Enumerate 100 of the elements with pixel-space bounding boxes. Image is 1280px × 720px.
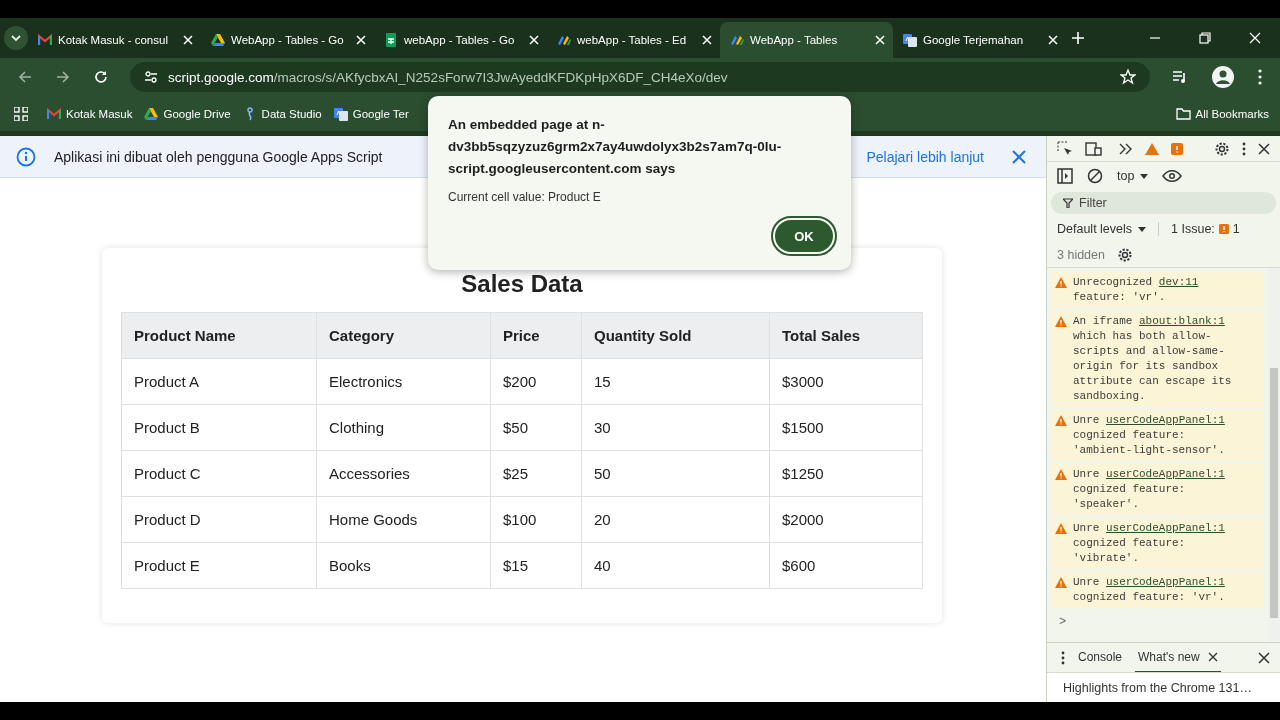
table-cell[interactable]: Electronics: [316, 358, 491, 405]
table-cell[interactable]: $1250: [769, 450, 923, 497]
message-text: Unre userCodeAppPanel:1 cognized feature: 'ambient-light-sensor'.: [1073, 413, 1226, 458]
table-cell[interactable]: 50: [581, 450, 770, 497]
bookmark[interactable]: Data Studio: [239, 102, 325, 125]
table-cell[interactable]: $600: [769, 542, 923, 589]
avatar-icon[interactable]: [1212, 66, 1234, 88]
source-link[interactable]: about:blank:1: [1139, 315, 1225, 327]
close-icon[interactable]: [1207, 651, 1218, 662]
menu-icon[interactable]: [1258, 69, 1262, 85]
device-icon[interactable]: [1085, 140, 1103, 157]
table-cell[interactable]: Product D: [121, 496, 317, 543]
triangle-icon: [144, 106, 159, 121]
column-header: Product Name: [121, 312, 317, 359]
table-cell[interactable]: $15: [490, 542, 582, 589]
table-cell[interactable]: Product A: [121, 358, 317, 405]
warning-icon: [1055, 277, 1067, 288]
drawer-tab[interactable]: Console: [1075, 642, 1126, 673]
tab-title: Kotak Masuk - consul: [58, 34, 169, 46]
whats-new-text: Highlights from the Chrome 131…: [1047, 672, 1280, 702]
tab-title: webApp - Tables - Ed: [577, 34, 688, 46]
bookmark[interactable]: Google Ter: [330, 102, 412, 125]
dialog-message: Current cell value: Product E: [448, 190, 602, 204]
media-icon[interactable]: [1172, 69, 1188, 85]
browser-tab[interactable]: Google Terjemahan: [893, 22, 1066, 58]
restore-icon[interactable]: [1199, 32, 1211, 44]
apps-grid-icon[interactable]: [14, 106, 28, 121]
more-icon[interactable]: [1061, 650, 1065, 665]
tab-title: webApp - Tables - Go: [404, 34, 516, 46]
browser-tab[interactable]: webApp - Tables - Go: [374, 22, 547, 58]
eye-icon[interactable]: [1162, 170, 1183, 182]
source-link[interactable]: dev:11: [1158, 276, 1199, 288]
more-icon[interactable]: [1242, 141, 1246, 156]
learn-more-link[interactable]: Pelajari lebih lanjut: [866, 148, 984, 165]
info-icon: [16, 146, 36, 167]
table-cell[interactable]: 20: [581, 496, 770, 543]
scrollbar[interactable]: [1268, 268, 1280, 642]
new-tab-icon[interactable]: [1072, 32, 1084, 44]
column-header: Quantity Sold: [581, 312, 770, 359]
warning-icon: [1055, 415, 1067, 426]
table-cell[interactable]: Clothing: [316, 404, 491, 451]
table-cell[interactable]: 40: [581, 542, 770, 589]
reload-icon[interactable]: [94, 70, 108, 84]
column-header: Category: [316, 312, 491, 359]
table-cell[interactable]: Product B: [121, 404, 317, 451]
inspect-icon[interactable]: [1057, 140, 1073, 157]
site-settings-icon[interactable]: [144, 70, 158, 84]
settings-icon[interactable]: [1214, 140, 1230, 157]
bookmark[interactable]: Google Drive: [141, 102, 234, 125]
table-cell[interactable]: $100: [490, 496, 582, 543]
message-text: Unre userCodeAppPanel:1 cognized feature: 'vibrate'.: [1073, 521, 1226, 566]
table-cell[interactable]: 15: [581, 358, 770, 405]
browser-tab[interactable]: webApp - Tables - Ed: [547, 22, 720, 58]
context-dropdown[interactable]: top: [1117, 169, 1149, 183]
table-cell[interactable]: $25: [490, 450, 582, 497]
mail-icon: [47, 106, 61, 121]
table-cell[interactable]: $50: [490, 404, 582, 451]
table-cell[interactable]: $200: [490, 358, 582, 405]
bookmark[interactable]: Kotak Masuk: [44, 102, 136, 125]
table-cell[interactable]: $2000: [769, 496, 923, 543]
source-link[interactable]: userCodeAppPanel:1: [1106, 414, 1225, 426]
console-prompt[interactable]: >: [1051, 611, 1264, 633]
table-cell[interactable]: Product E: [121, 542, 317, 589]
source-link[interactable]: userCodeAppPanel:1: [1106, 522, 1225, 534]
table-cell[interactable]: 30: [581, 404, 770, 451]
browser-tab[interactable]: Kotak Masuk - consul: [28, 22, 201, 58]
browser-tab[interactable]: WebApp - Tables: [720, 22, 893, 58]
translate-icon: [903, 33, 917, 47]
levels-dropdown[interactable]: Default levels: [1057, 222, 1147, 236]
ok-button[interactable]: OK: [773, 218, 835, 254]
address-bar[interactable]: script.google.com/macros/s/AKfycbxAI_N252sForw7I3JwAyeddKFDKpHpX6DF_CH4eXo/dev: [130, 62, 1150, 92]
more-tabs-icon[interactable]: [1119, 142, 1133, 155]
issues-button[interactable]: 1 Issue: 1: [1158, 222, 1240, 236]
warning-icon[interactable]: [1145, 142, 1159, 155]
back-icon[interactable]: [18, 70, 32, 84]
table-cell[interactable]: Product C: [121, 450, 317, 497]
forward-icon[interactable]: [56, 70, 70, 84]
folder-icon: [1175, 107, 1191, 120]
script-icon: [557, 33, 571, 47]
table-cell[interactable]: $1500: [769, 404, 923, 451]
close-icon[interactable]: [1258, 142, 1270, 155]
filter-field[interactable]: Filter: [1051, 192, 1276, 214]
sidebar-icon[interactable]: [1057, 168, 1073, 184]
table-cell[interactable]: Books: [316, 542, 491, 589]
settings-icon[interactable]: [1116, 246, 1133, 263]
tab-search-icon[interactable]: [4, 26, 28, 50]
clear-icon[interactable]: [1087, 168, 1103, 184]
table-cell[interactable]: $3000: [769, 358, 923, 405]
page-title: Sales Data: [460, 270, 584, 298]
column-header: Price: [490, 312, 582, 359]
browser-tab[interactable]: WebApp - Tables - Go: [201, 22, 374, 58]
bookmarks-folder[interactable]: All Bookmarks: [1172, 103, 1272, 124]
close-icon[interactable]: [1258, 651, 1270, 664]
table-cell[interactable]: Home Goods: [316, 496, 491, 543]
table-cell[interactable]: Accessories: [316, 450, 491, 497]
hidden-count: 3 hidden: [1057, 247, 1105, 262]
star-icon[interactable]: [1120, 69, 1136, 85]
issue-icon[interactable]: [1171, 142, 1183, 155]
source-link[interactable]: userCodeAppPanel:1: [1106, 576, 1225, 588]
source-link[interactable]: userCodeAppPanel:1: [1106, 468, 1225, 480]
